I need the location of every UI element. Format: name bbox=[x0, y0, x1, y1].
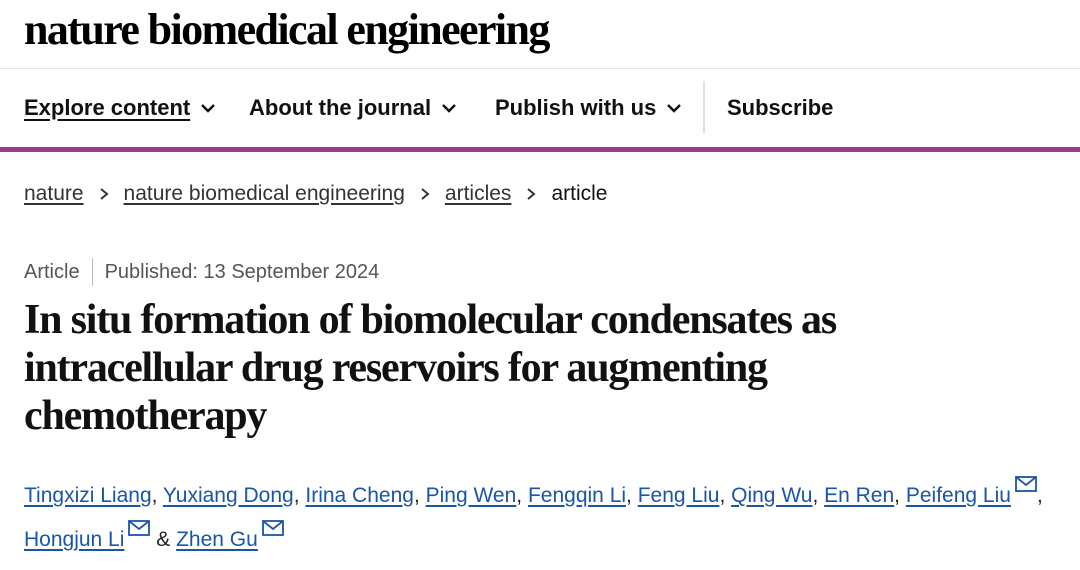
breadcrumb-journal[interactable]: nature biomedical engineering bbox=[124, 180, 405, 208]
author-link[interactable]: Yuxiang Dong bbox=[163, 484, 294, 507]
chevron-right-icon bbox=[527, 188, 536, 200]
nav-explore-content[interactable]: Explore content bbox=[24, 94, 216, 122]
nav-subscribe[interactable]: Subscribe bbox=[727, 94, 833, 122]
author-link[interactable]: Feng Liu bbox=[638, 484, 720, 507]
author-link[interactable]: Zhen Gu bbox=[176, 528, 258, 551]
mail-icon[interactable] bbox=[1015, 476, 1037, 492]
breadcrumb-current: article bbox=[551, 182, 608, 205]
chevron-right-icon bbox=[99, 188, 109, 200]
author-link[interactable]: Irina Cheng bbox=[305, 484, 414, 507]
breadcrumb-nature[interactable]: nature bbox=[24, 180, 84, 208]
main-nav: Explore content About the journal Publis… bbox=[0, 69, 1080, 152]
chevron-down-icon bbox=[442, 104, 456, 113]
chevron-down-icon bbox=[667, 104, 682, 113]
nav-label: Explore content bbox=[24, 95, 191, 120]
article-meta: Article Published: 13 September 2024 bbox=[24, 258, 379, 286]
chevron-right-icon bbox=[421, 188, 430, 200]
mail-icon[interactable] bbox=[128, 520, 151, 536]
author-link[interactable]: En Ren bbox=[824, 484, 894, 507]
nav-divider bbox=[703, 81, 705, 133]
title-line: intracellular drug reservoirs for augmen… bbox=[24, 345, 768, 391]
published-date: Published: 13 September 2024 bbox=[104, 261, 380, 283]
site-logo[interactable]: nature biomedical engineering bbox=[24, 2, 550, 58]
author-link[interactable]: Hongjun Li bbox=[24, 528, 124, 551]
meta-divider bbox=[91, 258, 93, 286]
nav-about-journal[interactable]: About the journal bbox=[249, 94, 457, 122]
article-type: Article bbox=[24, 261, 80, 283]
author-link[interactable]: Fengqin Li bbox=[528, 484, 626, 507]
breadcrumb: nature nature biomedical engineering art… bbox=[24, 180, 607, 208]
article-title: In situ formation of biomolecular conden… bbox=[24, 296, 1064, 440]
author-link[interactable]: Ping Wen bbox=[426, 484, 517, 507]
title-line: In situ formation of biomolecular conden… bbox=[24, 297, 837, 343]
breadcrumb-articles[interactable]: articles bbox=[445, 180, 512, 208]
author-link[interactable]: Qing Wu bbox=[731, 484, 812, 507]
mail-icon[interactable] bbox=[261, 520, 284, 536]
nav-label: Subscribe bbox=[727, 95, 834, 120]
chevron-down-icon bbox=[201, 104, 216, 113]
author-list: Tingxizi Liang, Yuxiang Dong, Irina Chen… bbox=[24, 474, 1074, 562]
nav-label: Publish with us bbox=[495, 95, 657, 120]
site-header: nature biomedical engineering bbox=[0, 0, 1080, 69]
nav-publish-with-us[interactable]: Publish with us bbox=[495, 94, 682, 122]
nav-label: About the journal bbox=[249, 95, 432, 120]
author-link[interactable]: Tingxizi Liang bbox=[24, 484, 152, 507]
author-link[interactable]: Peifeng Liu bbox=[906, 484, 1011, 507]
title-line: chemotherapy bbox=[24, 393, 267, 439]
